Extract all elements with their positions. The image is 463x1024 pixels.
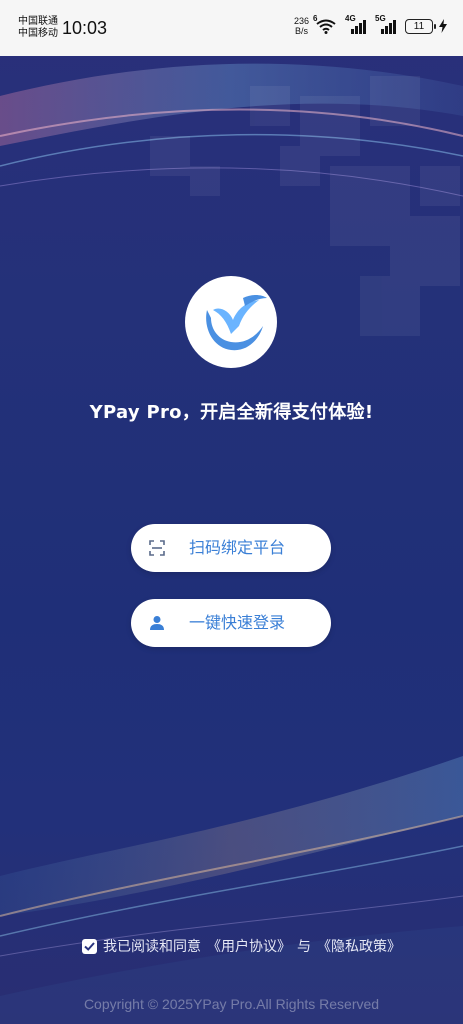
copyright-text: Copyright © 2025YPay Pro.All Rights Rese… bbox=[83, 996, 380, 1012]
status-indicators: 236 B/s 6 4G 5G 11 bbox=[294, 14, 447, 36]
scan-button-label: 扫码绑定平台 bbox=[189, 538, 286, 557]
network-speed: 236 B/s bbox=[294, 16, 309, 36]
carrier-info: 中国联通 中国移动 bbox=[18, 16, 58, 40]
agreement-prefix: 我已阅读和同意 bbox=[103, 939, 201, 955]
cell-2-label: 5G bbox=[375, 14, 386, 23]
app-screen: 中国联通 中国移动 10:03 236 B/s 6 4G 5G 11 YPay … bbox=[0, 0, 463, 1024]
network-speed-value: 236 bbox=[293, 16, 309, 26]
privacy-policy-link[interactable]: 《隐私政策》 bbox=[317, 936, 401, 956]
wifi-icon bbox=[316, 19, 336, 34]
carrier-2-label: 中国移动 bbox=[18, 28, 58, 39]
logo-icon bbox=[187, 278, 275, 366]
battery-indicator: 11 bbox=[405, 18, 436, 34]
quick-login-button[interactable]: 一键快速登录 bbox=[131, 599, 331, 647]
cell-2-indicator: 5G bbox=[375, 14, 399, 34]
agreement-checkbox[interactable] bbox=[82, 938, 97, 954]
checkmark-icon bbox=[84, 941, 95, 951]
user-icon bbox=[150, 616, 164, 630]
cell-1-indicator: 4G bbox=[345, 14, 369, 34]
app-slogan: YPay Pro，开启全新得支付体验! bbox=[89, 402, 374, 423]
status-bar: 中国联通 中国移动 10:03 236 B/s 6 4G 5G 11 bbox=[0, 0, 463, 56]
battery-level: 11 bbox=[413, 20, 425, 32]
scan-icon bbox=[149, 540, 165, 556]
user-agreement-link[interactable]: 《用户协议》 bbox=[207, 936, 291, 956]
scan-bind-platform-button[interactable]: 扫码绑定平台 bbox=[131, 524, 331, 572]
wifi-indicator: 6 bbox=[313, 14, 339, 34]
carrier-1-label: 中国联通 bbox=[18, 16, 58, 27]
agreement-conjunction: 与 bbox=[297, 939, 311, 955]
login-button-label: 一键快速登录 bbox=[189, 613, 286, 632]
cell-1-label: 4G bbox=[345, 14, 356, 23]
wifi-badge: 6 bbox=[313, 14, 318, 23]
agreement-row: 我已阅读和同意 《用户协议》与《隐私政策》 bbox=[82, 936, 401, 956]
charging-icon bbox=[439, 19, 447, 33]
status-time: 10:03 bbox=[62, 18, 108, 38]
network-speed-unit: B/s bbox=[294, 26, 308, 36]
app-logo bbox=[185, 276, 277, 368]
